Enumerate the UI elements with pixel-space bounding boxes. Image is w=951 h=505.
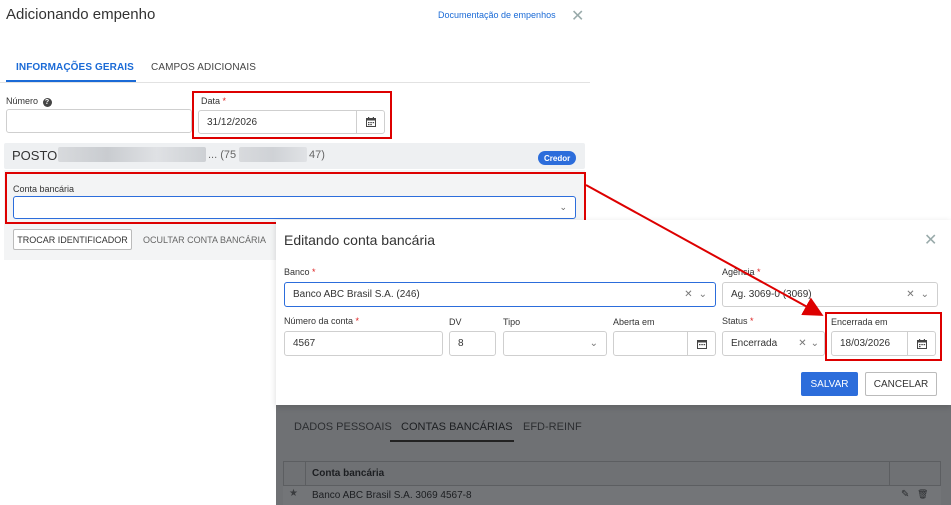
annotation-arrow [585, 184, 824, 316]
